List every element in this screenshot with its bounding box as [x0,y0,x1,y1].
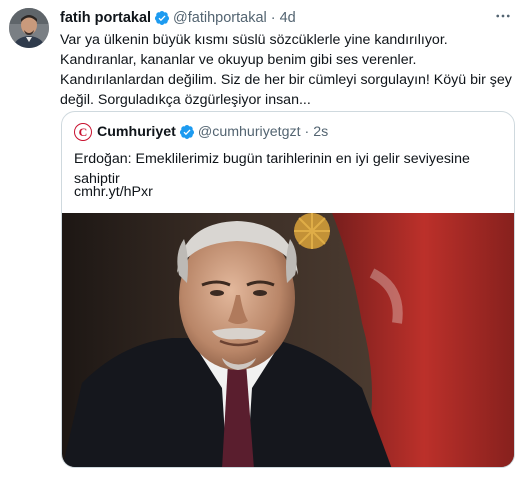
quoted-tweet-header: C Cumhuriyet @cumhuriyetgzt · 2s [74,122,328,142]
tweet-timestamp[interactable]: 4d [280,10,296,26]
quoted-timestamp[interactable]: 2s [313,124,328,140]
quoted-handle[interactable]: @cumhuriyetgzt [198,124,301,140]
verified-badge-icon [179,125,194,139]
author-display-name[interactable]: fatih portakal [60,10,151,26]
quoted-tweet-photo[interactable] [62,213,514,467]
tweet-header: fatih portakal @fatihportakal · 4d [60,9,514,27]
quoted-header-separator: · [304,124,310,140]
quoted-tweet-card[interactable]: C Cumhuriyet @cumhuriyetgzt · 2s Erdoğan… [61,111,515,468]
quoted-display-name[interactable]: Cumhuriyet [97,124,176,140]
portrait-photo [62,213,514,467]
quoted-tweet-link[interactable]: cmhr.yt/hPxr [74,182,153,202]
more-options-icon [496,14,510,18]
verified-badge-icon [154,11,170,25]
header-separator: · [270,10,276,26]
author-avatar[interactable] [9,8,49,48]
more-options-button[interactable] [492,7,514,25]
cumhuriyet-logo-avatar[interactable]: C [74,123,92,141]
tweet-text: Var ya ülkenin büyük kısmı süslü sözcükl… [60,32,512,108]
avatar-image [9,8,49,48]
logo-letter: C [78,125,88,139]
author-handle[interactable]: @fatihportakal [173,10,267,26]
